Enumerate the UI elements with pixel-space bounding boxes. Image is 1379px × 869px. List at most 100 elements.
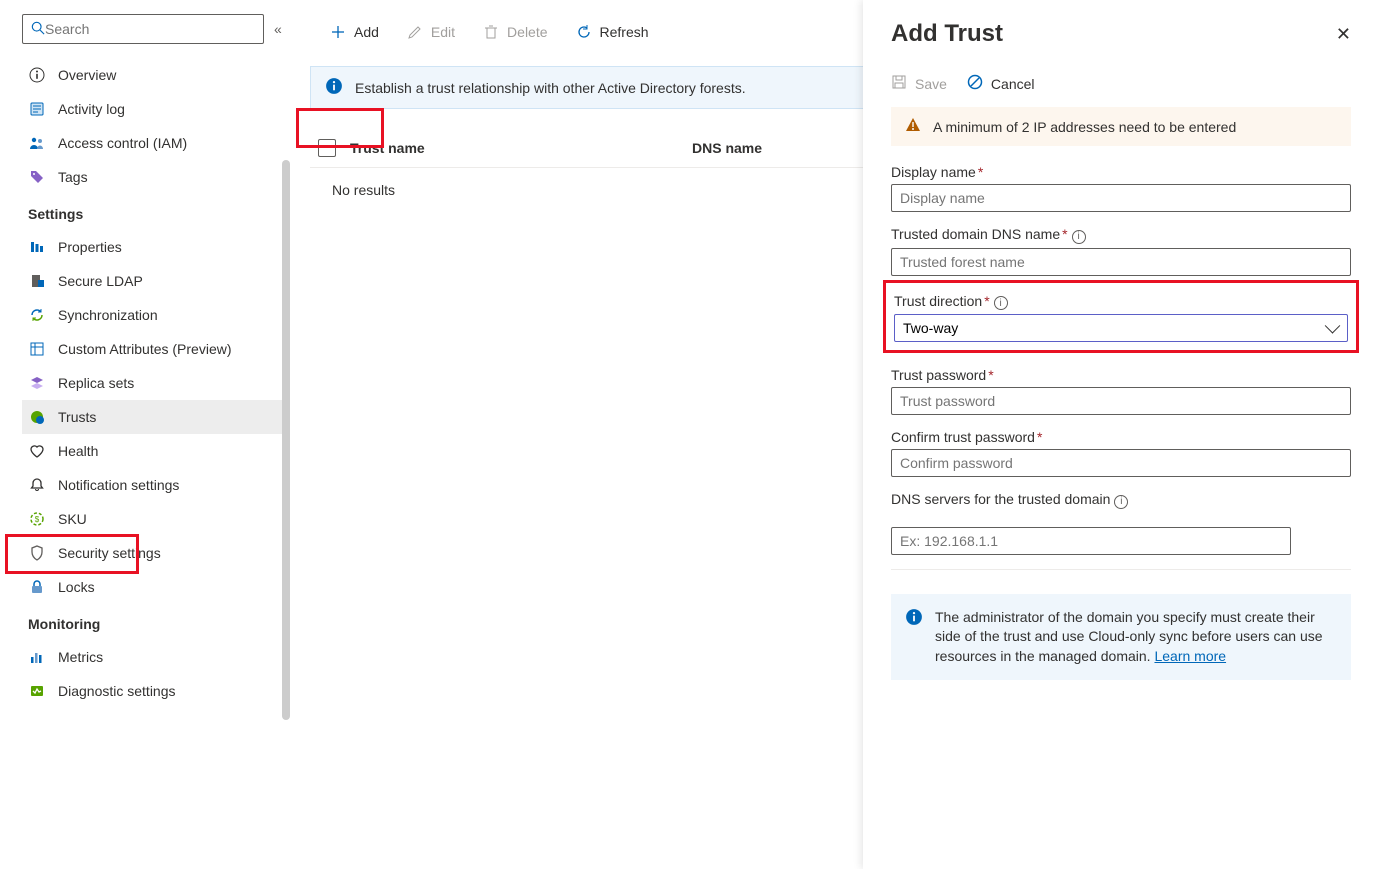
learn-more-link[interactable]: Learn more bbox=[1154, 648, 1226, 664]
sidebar-item-overview[interactable]: Overview bbox=[22, 58, 282, 92]
info-banner-text: Establish a trust relationship with othe… bbox=[355, 80, 746, 96]
trust-direction-select[interactable]: Two-way bbox=[894, 314, 1348, 342]
sidebar-item-label: Diagnostic settings bbox=[58, 683, 176, 699]
delete-button: Delete bbox=[471, 18, 559, 46]
warning-text: A minimum of 2 IP addresses need to be e… bbox=[933, 119, 1236, 135]
cancel-button[interactable]: Cancel bbox=[967, 74, 1035, 93]
sidebar-item-synchronization[interactable]: Synchronization bbox=[22, 298, 282, 332]
pencil-icon bbox=[407, 24, 423, 40]
sidebar-item-label: Replica sets bbox=[58, 375, 134, 391]
sidebar-item-security-settings[interactable]: Security settings bbox=[22, 536, 282, 570]
log-icon bbox=[28, 100, 46, 118]
column-trust-name[interactable]: Trust name bbox=[350, 140, 678, 156]
svg-text:$: $ bbox=[35, 515, 40, 524]
sidebar-item-activity-log[interactable]: Activity log bbox=[22, 92, 282, 126]
divider bbox=[891, 569, 1351, 570]
trust-direction-label: Trust direction*i bbox=[894, 293, 1008, 311]
info-card: The administrator of the domain you spec… bbox=[891, 594, 1351, 681]
sidebar-item-replica-sets[interactable]: Replica sets bbox=[22, 366, 282, 400]
sidebar-item-custom-attributes[interactable]: Custom Attributes (Preview) bbox=[22, 332, 282, 366]
metrics-icon bbox=[28, 648, 46, 666]
confirm-password-label: Confirm trust password* bbox=[891, 429, 1042, 445]
people-icon bbox=[28, 134, 46, 152]
sidebar-item-label: Custom Attributes (Preview) bbox=[58, 341, 232, 357]
info-icon bbox=[325, 77, 343, 98]
attributes-icon bbox=[28, 340, 46, 358]
add-trust-panel: Add Trust ✕ Save Cancel A minimum of 2 I… bbox=[863, 0, 1379, 869]
cancel-icon bbox=[967, 74, 983, 93]
save-button: Save bbox=[891, 74, 947, 93]
sidebar-item-label: Secure LDAP bbox=[58, 273, 143, 289]
sidebar-item-label: SKU bbox=[58, 511, 87, 527]
confirm-password-input[interactable] bbox=[891, 449, 1351, 477]
sidebar-item-tags[interactable]: Tags bbox=[22, 160, 282, 194]
bell-icon bbox=[28, 476, 46, 494]
info-icon[interactable]: i bbox=[994, 296, 1008, 310]
refresh-icon bbox=[576, 24, 592, 40]
sidebar-item-label: Access control (IAM) bbox=[58, 135, 187, 151]
info-card-text: The administrator of the domain you spec… bbox=[935, 609, 1323, 664]
ldap-icon bbox=[28, 272, 46, 290]
sidebar-section-monitoring: Monitoring bbox=[22, 604, 290, 640]
delete-label: Delete bbox=[507, 24, 547, 40]
select-all-checkbox[interactable] bbox=[318, 139, 336, 157]
panel-title: Add Trust bbox=[891, 20, 1003, 48]
sidebar-item-metrics[interactable]: Metrics bbox=[22, 640, 282, 674]
add-button[interactable]: Add bbox=[318, 18, 391, 46]
sidebar-item-diagnostic-settings[interactable]: Diagnostic settings bbox=[22, 674, 282, 708]
sidebar-item-label: Notification settings bbox=[58, 477, 179, 493]
dns-servers-input[interactable] bbox=[891, 527, 1291, 555]
dns-name-input[interactable] bbox=[891, 248, 1351, 276]
sidebar-item-secure-ldap[interactable]: Secure LDAP bbox=[22, 264, 282, 298]
sidebar-search[interactable] bbox=[22, 14, 264, 44]
trust-password-input[interactable] bbox=[891, 387, 1351, 415]
sidebar-item-label: Locks bbox=[58, 579, 95, 595]
edit-label: Edit bbox=[431, 24, 455, 40]
replica-icon bbox=[28, 374, 46, 392]
sidebar-item-trusts[interactable]: Trusts bbox=[22, 400, 282, 434]
warning-icon bbox=[905, 117, 921, 136]
search-input[interactable] bbox=[45, 21, 255, 37]
highlight-box-direction: Trust direction*i Two-way bbox=[883, 280, 1359, 354]
properties-icon bbox=[28, 238, 46, 256]
edit-button: Edit bbox=[395, 18, 467, 46]
sidebar: « Overview Activity log Access control (… bbox=[0, 0, 290, 869]
shield-icon bbox=[28, 544, 46, 562]
trash-icon bbox=[483, 24, 499, 40]
info-icon[interactable]: i bbox=[1072, 230, 1086, 244]
sidebar-item-access-control[interactable]: Access control (IAM) bbox=[22, 126, 282, 160]
sidebar-item-locks[interactable]: Locks bbox=[22, 570, 282, 604]
save-icon bbox=[891, 74, 907, 93]
diagnostic-icon bbox=[28, 682, 46, 700]
sidebar-item-sku[interactable]: $ SKU bbox=[22, 502, 282, 536]
search-icon bbox=[31, 21, 45, 38]
sidebar-item-label: Health bbox=[58, 443, 98, 459]
save-label: Save bbox=[915, 76, 947, 92]
collapse-sidebar-icon[interactable]: « bbox=[274, 21, 282, 37]
sidebar-item-label: Trusts bbox=[58, 409, 96, 425]
sidebar-item-label: Properties bbox=[58, 239, 122, 255]
sidebar-scrollbar[interactable] bbox=[282, 160, 290, 720]
dns-name-label: Trusted domain DNS name*i bbox=[891, 226, 1086, 244]
sidebar-item-health[interactable]: Health bbox=[22, 434, 282, 468]
info-icon bbox=[28, 66, 46, 84]
dns-servers-label: DNS servers for the trusted domaini bbox=[891, 491, 1128, 509]
plus-icon bbox=[330, 24, 346, 40]
sidebar-item-notification-settings[interactable]: Notification settings bbox=[22, 468, 282, 502]
display-name-input[interactable] bbox=[891, 184, 1351, 212]
trust-icon bbox=[28, 408, 46, 426]
refresh-button[interactable]: Refresh bbox=[564, 18, 661, 46]
warning-banner: A minimum of 2 IP addresses need to be e… bbox=[891, 107, 1351, 146]
add-label: Add bbox=[354, 24, 379, 40]
sync-icon bbox=[28, 306, 46, 324]
tag-icon bbox=[28, 168, 46, 186]
sidebar-item-label: Tags bbox=[58, 169, 88, 185]
display-name-label: Display name* bbox=[891, 164, 983, 180]
info-icon[interactable]: i bbox=[1114, 495, 1128, 509]
trust-password-label: Trust password* bbox=[891, 367, 994, 383]
close-icon[interactable]: ✕ bbox=[1336, 24, 1351, 45]
sidebar-section-settings: Settings bbox=[22, 194, 290, 230]
sku-icon: $ bbox=[28, 510, 46, 528]
sidebar-item-properties[interactable]: Properties bbox=[22, 230, 282, 264]
sidebar-item-label: Synchronization bbox=[58, 307, 158, 323]
